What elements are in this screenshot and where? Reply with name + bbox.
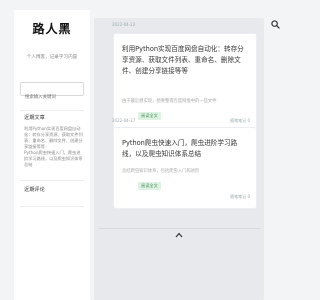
read-more-button[interactable]: 阅读全文: [138, 112, 161, 120]
divider: [98, 228, 260, 229]
post-title[interactable]: Python爬虫快速入门，爬虫进阶学习路线，以及爬虫知识体系总结: [122, 138, 248, 160]
read-more-button[interactable]: 阅读全文: [138, 182, 161, 190]
post-meta: 随笔笔记 0: [230, 194, 250, 199]
chevron-up-icon[interactable]: [174, 230, 184, 240]
post-date: 2022-04-17: [112, 118, 136, 123]
recent-post-item[interactable]: 利用Python实现百度网盘自动化：转存分享资源、获取文件列表、重命名、删除文件…: [24, 126, 84, 150]
sidebar-search-box[interactable]: [20, 82, 84, 104]
recent-posts-title: 近期文章: [24, 115, 45, 121]
post-excerpt: 总结爬虫知识体系，包括爬虫入门和进阶: [122, 169, 200, 174]
site-tagline: 个人博客，记录学习内容: [26, 55, 78, 60]
divider: [20, 110, 84, 111]
search-input[interactable]: [21, 91, 83, 104]
post-title[interactable]: 利用Python实现百度网盘自动化：转存分享资源、获取文件列表、重命名、删除文件…: [122, 44, 248, 77]
recent-comments-title: 近期评论: [24, 187, 45, 193]
post-meta: 随笔笔记 0: [230, 118, 250, 123]
post-feed: 2022-04-22 利用Python实现百度网盘自动化：转存分享资源、获取文件…: [94, 18, 264, 300]
divider: [20, 180, 84, 181]
site-title[interactable]: 路人黑: [14, 20, 90, 37]
post-date: 2022-04-22: [112, 22, 136, 27]
post-excerpt: 由于最近想实现，想要整理百度网盘中的一些文件: [122, 99, 217, 104]
search-icon[interactable]: [269, 18, 281, 30]
post-card: 2022-04-22 利用Python实现百度网盘自动化：转存分享资源、获取文件…: [112, 22, 256, 132]
post-card: 2022-04-17 Python爬虫快速入门，爬虫进阶学习路线，以及爬虫知识体…: [112, 118, 256, 208]
divider: [20, 206, 84, 207]
recent-post-item[interactable]: Python爬虫快速入门，爬虫进阶学习路线，以及爬虫知识体系总结: [24, 150, 84, 168]
sidebar: 路人黑 个人博客，记录学习内容 近期文章 利用Python实现百度网盘自动化：转…: [14, 10, 90, 300]
